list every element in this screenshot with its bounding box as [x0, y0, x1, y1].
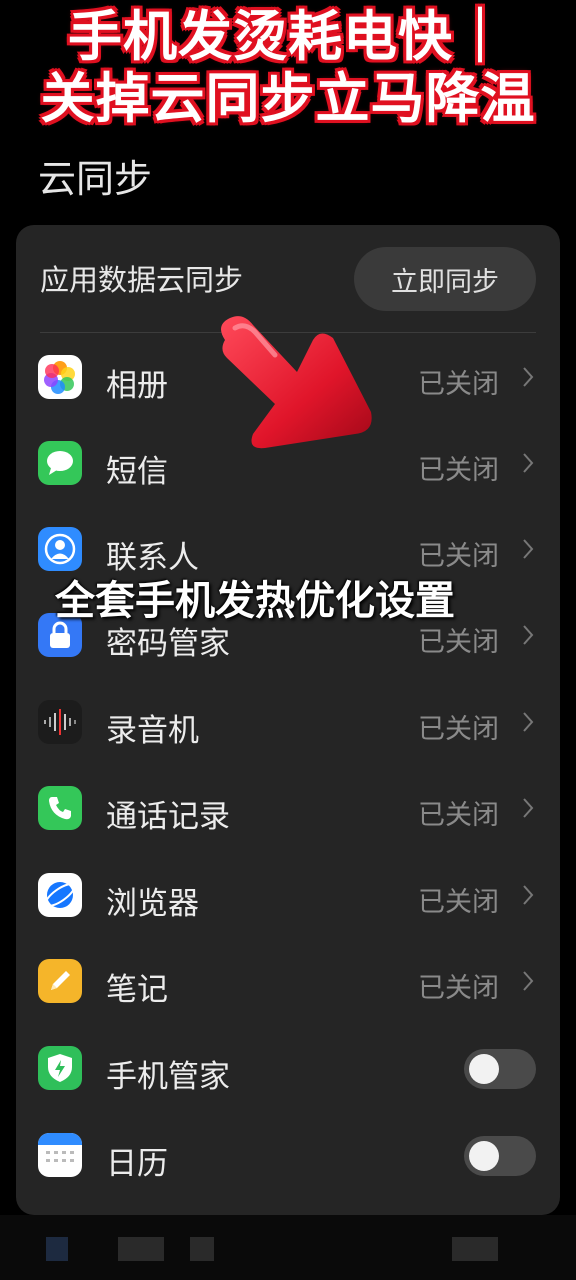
item-status: 已关闭 — [418, 973, 499, 1004]
phone-manager-icon — [38, 1046, 82, 1090]
bottom-bar — [0, 1215, 576, 1280]
promo-banner: 手机发烫耗电快｜ 关掉云同步立马降温 — [0, 0, 576, 145]
card-title: 应用数据云同步 — [40, 263, 244, 297]
chevron-right-icon — [523, 885, 534, 905]
item-label: 相册 — [106, 368, 168, 404]
bottom-block — [452, 1237, 498, 1261]
list-item-browser[interactable]: 浏览器 已关闭 — [16, 853, 560, 939]
browser-icon — [38, 873, 82, 917]
bottom-block — [190, 1237, 214, 1261]
item-status: 已关闭 — [418, 714, 499, 745]
recorder-icon — [38, 700, 82, 744]
overlay-caption: 全套手机发热优化设置 — [55, 578, 455, 624]
sync-now-button[interactable]: 立即同步 — [354, 247, 536, 311]
contacts-icon — [38, 527, 82, 571]
calendar-icon — [38, 1133, 82, 1177]
item-label: 手机管家 — [106, 1059, 230, 1095]
item-status: 已关闭 — [418, 800, 499, 831]
phone-icon — [38, 786, 82, 830]
page-title: 云同步 — [38, 157, 153, 201]
item-label: 浏览器 — [106, 886, 199, 922]
list-item-call-log[interactable]: 通话记录 已关闭 — [16, 766, 560, 852]
item-label: 录音机 — [106, 713, 199, 749]
chevron-right-icon — [523, 625, 534, 645]
list-item-phone-manager: 手机管家 — [16, 1026, 560, 1112]
item-status: 已关闭 — [418, 369, 499, 400]
banner-line-1: 手机发烫耗电快｜ — [68, 5, 508, 68]
chevron-right-icon — [523, 539, 534, 559]
bottom-block — [46, 1237, 68, 1261]
notes-icon — [38, 959, 82, 1003]
toggle-knob — [469, 1141, 499, 1171]
item-label: 笔记 — [106, 972, 168, 1008]
chevron-right-icon — [523, 798, 534, 818]
item-status: 已关闭 — [418, 455, 499, 486]
toggle-knob — [469, 1054, 499, 1084]
messages-icon — [38, 441, 82, 485]
chevron-right-icon — [523, 453, 534, 473]
item-label: 日历 — [106, 1146, 168, 1182]
chevron-right-icon — [523, 712, 534, 732]
chevron-right-icon — [523, 367, 534, 387]
chevron-right-icon — [523, 971, 534, 991]
item-label: 短信 — [106, 454, 168, 490]
list-item-notes[interactable]: 笔记 已关闭 — [16, 939, 560, 1025]
calendar-toggle[interactable] — [464, 1136, 536, 1176]
phone-manager-toggle[interactable] — [464, 1049, 536, 1089]
bottom-block — [118, 1237, 164, 1261]
photos-icon — [38, 355, 82, 399]
red-arrow-icon — [221, 316, 372, 449]
banner-line-2: 关掉云同步立马降温 — [40, 67, 536, 130]
item-status: 已关闭 — [418, 887, 499, 918]
list-item-recorder[interactable]: 录音机 已关闭 — [16, 680, 560, 766]
list-item-calendar: 日历 — [16, 1113, 560, 1199]
item-label: 通话记录 — [106, 799, 230, 835]
